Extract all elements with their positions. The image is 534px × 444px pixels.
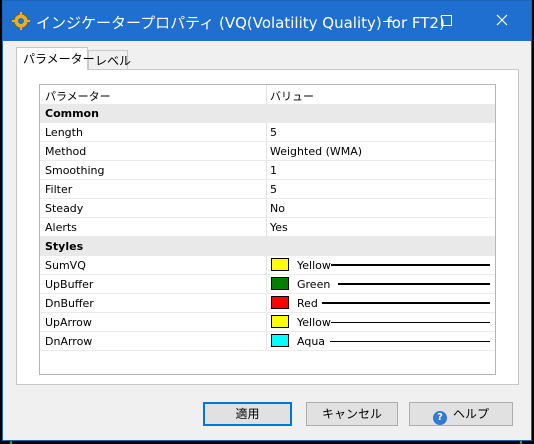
property-value[interactable]: 1 — [270, 164, 277, 177]
help-button-label: ヘルプ — [452, 407, 489, 421]
group-label: Styles — [45, 240, 84, 253]
property-name: SumVQ — [45, 259, 86, 272]
column-header-name: パラメーター — [45, 90, 111, 103]
help-icon: ? — [432, 411, 447, 425]
tab-panel: パラメーター バリュー Common Length 5 Method Weigh… — [16, 69, 519, 385]
cell-divider — [266, 332, 267, 351]
cell-divider — [266, 218, 267, 237]
color-name: Yellow — [297, 316, 331, 329]
property-row[interactable]: Smoothing 1 — [40, 161, 495, 180]
indicator-properties-dialog: インジケータープロパティ (VQ(Volatility Quality) for… — [2, 0, 532, 441]
cell-divider — [266, 142, 267, 161]
close-icon[interactable] — [479, 1, 525, 41]
line-width-sample[interactable] — [338, 283, 490, 285]
tab-parameters[interactable]: パラメーター — [16, 47, 95, 70]
style-row[interactable]: DnBuffer Red — [40, 294, 495, 313]
property-value[interactable]: 5 — [270, 183, 277, 196]
color-swatch[interactable] — [271, 296, 289, 309]
cell-divider — [266, 123, 267, 142]
column-header-value: バリュー — [270, 90, 314, 103]
cell-divider — [266, 199, 267, 218]
line-width-sample[interactable] — [331, 322, 490, 323]
property-row[interactable]: Filter 5 — [40, 180, 495, 199]
property-row[interactable]: Steady No — [40, 199, 495, 218]
property-name: Steady — [45, 202, 84, 215]
property-row[interactable]: Length 5 — [40, 123, 495, 142]
color-name: Aqua — [297, 335, 326, 348]
property-name: Filter — [45, 183, 73, 196]
property-name: DnBuffer — [45, 297, 94, 310]
line-width-sample[interactable] — [331, 264, 490, 266]
grid-header: パラメーター バリュー — [40, 85, 495, 105]
color-swatch[interactable] — [271, 258, 289, 271]
property-value[interactable]: No — [270, 202, 285, 215]
color-name: Green — [297, 278, 331, 291]
style-row[interactable]: UpBuffer Green — [40, 275, 495, 294]
property-value[interactable]: Weighted (WMA) — [270, 145, 362, 158]
maximize-icon[interactable] — [423, 1, 469, 41]
property-name: UpBuffer — [45, 278, 94, 291]
style-row[interactable]: DnArrow Aqua — [40, 332, 495, 351]
property-name: UpArrow — [45, 316, 92, 329]
row-divider — [40, 350, 495, 351]
color-swatch[interactable] — [271, 315, 289, 328]
group-row-styles[interactable]: Styles — [40, 237, 495, 256]
property-name: Length — [45, 126, 83, 139]
color-name: Yellow — [297, 259, 331, 272]
cell-divider — [266, 313, 267, 332]
color-swatch[interactable] — [271, 334, 289, 347]
group-label: Common — [45, 107, 99, 120]
cell-divider — [266, 180, 267, 199]
style-row[interactable]: UpArrow Yellow — [40, 313, 495, 332]
property-name: Smoothing — [45, 164, 105, 177]
cell-divider — [266, 161, 267, 180]
title-bar[interactable]: インジケータープロパティ (VQ(Volatility Quality) for… — [3, 1, 531, 41]
property-name: DnArrow — [45, 335, 93, 348]
property-value[interactable]: 5 — [270, 126, 277, 139]
group-row-common[interactable]: Common — [40, 104, 495, 123]
line-width-sample[interactable] — [330, 341, 490, 342]
color-swatch[interactable] — [271, 277, 289, 290]
help-button[interactable]: ? ヘルプ — [409, 402, 513, 426]
line-width-sample[interactable] — [322, 302, 490, 304]
property-grid: パラメーター バリュー Common Length 5 Method Weigh… — [39, 84, 496, 375]
cell-divider — [266, 256, 267, 275]
gear-icon — [12, 12, 30, 30]
cell-divider — [266, 294, 267, 313]
apply-button[interactable]: 適用 — [203, 402, 292, 426]
property-name: Method — [45, 145, 87, 158]
style-row[interactable]: SumVQ Yellow — [40, 256, 495, 275]
property-row[interactable]: Method Weighted (WMA) — [40, 142, 495, 161]
cell-divider — [266, 275, 267, 294]
property-name: Alerts — [45, 221, 77, 234]
column-divider[interactable] — [266, 85, 267, 104]
color-name: Red — [297, 297, 318, 310]
property-row[interactable]: Alerts Yes — [40, 218, 495, 237]
property-value[interactable]: Yes — [270, 221, 288, 234]
minimize-icon[interactable] — [365, 1, 411, 41]
cancel-button[interactable]: キャンセル — [306, 402, 398, 426]
